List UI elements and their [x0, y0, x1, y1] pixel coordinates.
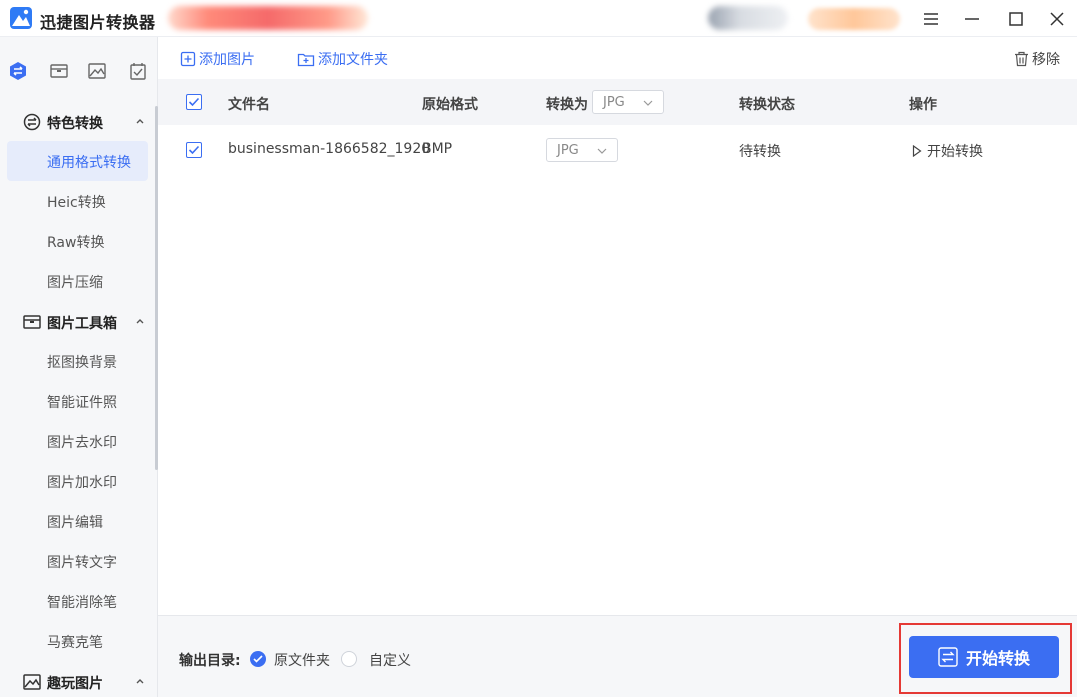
sidebar-item-image-edit[interactable]: 图片编辑 — [7, 501, 148, 541]
chevron-down-icon — [643, 100, 653, 106]
section-label: 图片工具箱 — [47, 316, 117, 332]
chevron-up-icon — [134, 115, 146, 127]
main-panel: 添加图片 添加文件夹 移除 文件名 原始格式 转换为 JPG 转换状态 操作 b… — [158, 37, 1077, 697]
sidebar-item-heic[interactable]: Heic转换 — [7, 181, 148, 221]
check-icon — [188, 97, 200, 107]
row-original-format: BMP — [422, 141, 453, 157]
check-tab-icon[interactable] — [128, 61, 148, 81]
minimize-icon[interactable] — [958, 5, 986, 33]
toolbox-tab-icon[interactable] — [49, 61, 69, 81]
row-checkbox[interactable] — [186, 142, 202, 158]
header-status: 转换状态 — [739, 97, 795, 113]
select-all-checkbox[interactable] — [186, 94, 202, 110]
section-label: 趣玩图片 — [47, 676, 103, 692]
close-icon[interactable] — [1043, 5, 1071, 33]
sidebar-item-mosaic[interactable]: 马赛克笔 — [7, 621, 148, 661]
sidebar-item-remove-watermark[interactable]: 图片去水印 — [7, 421, 148, 461]
header-format-select[interactable]: JPG — [592, 90, 664, 114]
sidebar-item-cutout[interactable]: 抠图换背景 — [7, 341, 148, 381]
app-title: 迅捷图片转换器 — [40, 13, 156, 32]
row-status: 待转换 — [739, 144, 781, 160]
row-format-select[interactable]: JPG — [546, 138, 618, 162]
footer-bar: 输出目录: 原文件夹 自定义 开始转换 — [158, 615, 1077, 697]
vip-button[interactable] — [808, 8, 900, 30]
output-dir-label: 输出目录: — [179, 653, 241, 669]
header-convert-to: 转换为 — [546, 97, 588, 113]
sidebar-item-general-convert[interactable]: 通用格式转换 — [7, 141, 148, 181]
radio-custom[interactable] — [341, 651, 357, 667]
row-start-convert-button[interactable]: 开始转换 — [912, 141, 983, 161]
add-folder-button[interactable]: 添加文件夹 — [297, 50, 388, 68]
section-fun-image[interactable]: 趣玩图片 — [0, 665, 155, 697]
check-icon — [188, 145, 200, 155]
header-original-format: 原始格式 — [422, 97, 478, 113]
radio-original-folder-label[interactable]: 原文件夹 — [274, 650, 330, 670]
user-account[interactable] — [708, 6, 788, 30]
header-action: 操作 — [909, 97, 937, 113]
check-icon — [253, 655, 263, 663]
sidebar-item-raw[interactable]: Raw转换 — [7, 221, 148, 261]
chevron-down-icon — [597, 148, 607, 154]
sidebar-item-eraser[interactable]: 智能消除笔 — [7, 581, 148, 621]
remove-button[interactable]: 移除 — [1014, 50, 1060, 68]
sidebar-item-compress[interactable]: 图片压缩 — [7, 261, 148, 301]
row-filename: businessman-1866582_1920 — [228, 141, 431, 157]
start-convert-button[interactable]: 开始转换 — [909, 636, 1059, 678]
chevron-up-icon — [134, 315, 146, 327]
chevron-up-icon — [134, 675, 146, 687]
sidebar-item-id-photo[interactable]: 智能证件照 — [7, 381, 148, 421]
image-tab-icon[interactable] — [87, 61, 107, 81]
add-folder-icon — [297, 53, 315, 67]
play-icon — [912, 145, 922, 157]
promo-banner[interactable] — [168, 6, 368, 30]
add-image-button[interactable]: 添加图片 — [180, 50, 255, 68]
convert-icon — [938, 647, 958, 667]
fun-image-icon — [23, 673, 41, 691]
section-special-convert[interactable]: 特色转换 — [0, 105, 155, 139]
convert-tab-icon[interactable] — [8, 61, 28, 81]
convert-icon — [23, 113, 41, 131]
sidebar-item-image-to-text[interactable]: 图片转文字 — [7, 541, 148, 581]
radio-original-folder[interactable] — [250, 651, 266, 667]
sidebar-tabs — [0, 37, 158, 103]
sidebar-item-add-watermark[interactable]: 图片加水印 — [7, 461, 148, 501]
table-row: businessman-1866582_1920 BMP JPG 待转换 开始转… — [158, 125, 1077, 175]
trash-icon — [1015, 51, 1028, 67]
title-bar: 迅捷图片转换器 — [0, 0, 1077, 37]
sidebar: 特色转换 通用格式转换 Heic转换 Raw转换 图片压缩 图片工具箱 抠图换背… — [0, 37, 158, 697]
toolbox-icon — [23, 313, 41, 331]
radio-custom-label[interactable]: 自定义 — [369, 650, 411, 670]
section-image-toolbox[interactable]: 图片工具箱 — [0, 305, 155, 339]
toolbar: 添加图片 添加文件夹 移除 — [158, 37, 1077, 79]
header-filename: 文件名 — [228, 97, 270, 113]
section-label: 特色转换 — [47, 116, 103, 132]
app-logo-icon — [9, 6, 33, 30]
table-header: 文件名 原始格式 转换为 JPG 转换状态 操作 — [158, 79, 1077, 125]
hamburger-icon[interactable] — [917, 5, 945, 33]
maximize-icon[interactable] — [1002, 5, 1030, 33]
add-file-icon — [180, 51, 196, 67]
